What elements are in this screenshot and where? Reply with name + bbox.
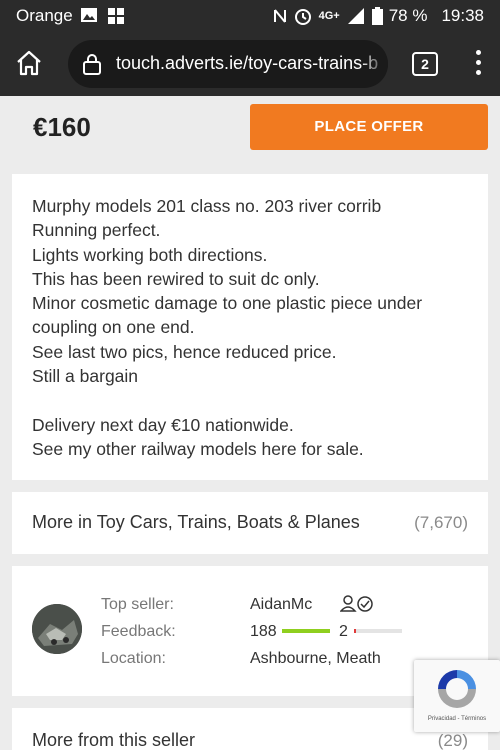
more-in-category-link[interactable]: More in Toy Cars, Trains, Boats & Planes… — [12, 492, 488, 554]
description-line: This has been rewired to suit dc only. — [32, 268, 320, 289]
negative-feedback-bar — [354, 629, 402, 633]
browser-toolbar: touch.adverts.ie/toy-cars-trains-bo 2 — [0, 32, 500, 96]
negative-feedback-count: 2 — [339, 623, 348, 640]
signal-icon — [347, 8, 364, 24]
network-type: 4G+ — [318, 10, 340, 22]
negative-feedback-fill — [354, 629, 356, 633]
description-line: Delivery next day €10 nationwide. — [32, 414, 294, 435]
url-fade — [360, 40, 388, 88]
description-line: See last two pics, hence reduced price. — [32, 341, 337, 362]
overflow-menu-icon[interactable] — [470, 50, 486, 78]
address-bar[interactable]: touch.adverts.ie/toy-cars-trains-bo — [68, 40, 388, 88]
battery-icon — [371, 7, 383, 25]
location-label: Location: — [101, 650, 166, 667]
more-in-category-label: More in Toy Cars, Trains, Boats & Planes — [32, 512, 360, 532]
description-line: See my other railway models here for sal… — [32, 438, 364, 459]
status-bar: Orange 4G+ 78 % 19:38 — [0, 0, 500, 32]
lock-icon — [83, 54, 101, 75]
seller-name[interactable]: AidanMc — [250, 596, 312, 614]
description-line: coupling on one end. — [32, 317, 195, 338]
home-icon[interactable] — [14, 48, 44, 78]
alarm-icon — [294, 9, 311, 25]
description-line: Murphy models 201 class no. 203 river co… — [32, 196, 382, 216]
gallery-icon — [108, 8, 124, 24]
verified-seller-icon — [340, 595, 373, 612]
recaptcha-links[interactable]: Privacidad - Términos — [414, 716, 500, 722]
seller-avatar[interactable] — [32, 604, 82, 654]
description-line: Minor cosmetic damage to one plastic pie… — [32, 293, 423, 314]
description-line — [32, 388, 468, 412]
url-text[interactable]: touch.adverts.ie/toy-cars-trains-bo — [116, 53, 378, 74]
more-from-seller-count: (29) — [437, 731, 468, 750]
description-line: Still a bargain — [32, 366, 139, 387]
tab-switcher-button[interactable]: 2 — [412, 52, 438, 76]
top-seller-label: Top seller: — [101, 596, 174, 613]
avatar-image — [32, 604, 82, 654]
positive-feedback-bar — [282, 629, 330, 633]
feedback-label: Feedback: — [101, 623, 176, 640]
carrier-name: Orange — [16, 6, 73, 25]
recaptcha-icon — [438, 670, 476, 708]
description-line: Running perfect. — [32, 220, 161, 241]
more-in-category-count: (7,670) — [414, 513, 468, 532]
description-text: Murphy models 201 class no. 203 river co… — [32, 194, 468, 461]
place-offer-button[interactable]: PLACE OFFER — [250, 104, 488, 150]
seller-location: Ashbourne, Meath — [250, 650, 381, 667]
description-card: Murphy models 201 class no. 203 river co… — [12, 174, 488, 480]
battery-level: 78 % — [388, 6, 428, 25]
image-icon — [81, 8, 97, 22]
clock: 19:38 — [441, 6, 484, 25]
listing-price: €160 — [33, 112, 91, 142]
more-from-seller-label: More from this seller — [32, 730, 196, 750]
recaptcha-badge[interactable]: Privacidad - Términos — [414, 660, 500, 732]
nfc-icon — [273, 9, 286, 23]
description-line: Lights working both directions. — [32, 244, 268, 265]
positive-feedback-count: 188 — [250, 623, 277, 640]
